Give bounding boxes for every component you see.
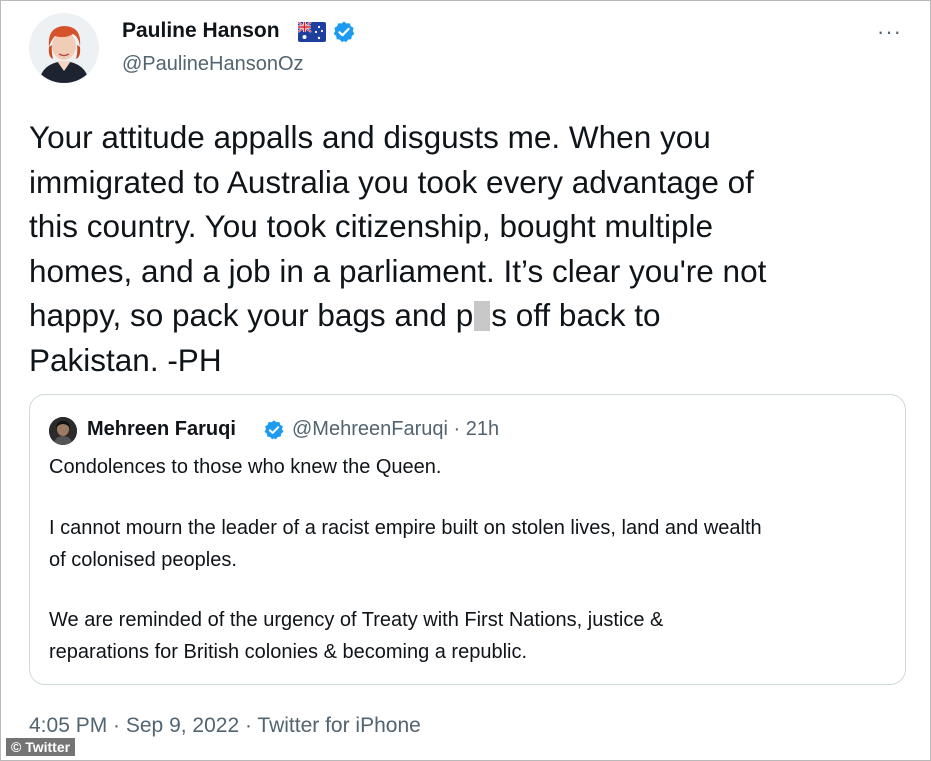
quoted-paragraph: Condolences to those who knew the Queen. xyxy=(49,452,899,484)
tweet-line: homes, and a job in a parliament. It’s c… xyxy=(29,252,767,289)
quoted-line: reparations for British colonies & becom… xyxy=(49,640,528,663)
tweet-line: immigrated to Australia you took every a… xyxy=(29,163,754,200)
quoted-line: of colonised peoples. xyxy=(49,548,237,571)
verified-badge-icon xyxy=(333,21,355,43)
tweet-line-part: s off back to xyxy=(491,297,661,334)
twitter-watermark: © Twitter xyxy=(6,738,76,756)
quoted-line: I cannot mourn the leader of a racist em… xyxy=(49,517,762,539)
tweet-line: Your attitude appalls and disgusts me. W… xyxy=(29,119,711,155)
censored-block xyxy=(474,301,491,332)
quoted-handle-time[interactable]: @MehreenFaruqi · 21h xyxy=(292,418,499,441)
tweet-line: Pakistan. -PH xyxy=(29,341,222,378)
australia-flag-icon xyxy=(298,22,326,42)
tweet-line: this country. You took citizenship, boug… xyxy=(29,208,714,245)
quoted-line: We are reminded of the urgency of Treaty… xyxy=(49,609,664,631)
quoted-paragraph: We are reminded of the urgency of Treaty… xyxy=(49,605,899,668)
quoted-avatar-image xyxy=(49,417,77,445)
tweet-text: Your attitude appalls and disgusts me. W… xyxy=(29,115,909,383)
tweet-line-part: happy, so pack your bags and p xyxy=(29,297,474,334)
tweet-line: happy, so pack your bags and p s off back… xyxy=(29,293,909,338)
quoted-line: Condolences to those who knew the Queen. xyxy=(49,456,442,478)
author-handle[interactable]: @PaulineHansonOz xyxy=(122,53,304,76)
quoted-paragraph: I cannot mourn the leader of a racist em… xyxy=(49,513,899,576)
quoted-author-name[interactable]: Mehreen Faruqi xyxy=(87,418,236,441)
more-options-button[interactable]: ··· xyxy=(877,19,902,45)
tweet-card: Pauline Hanson @PaulineHansonOz ··· Your… xyxy=(0,0,931,761)
quoted-author-avatar[interactable] xyxy=(49,417,77,445)
author-avatar[interactable] xyxy=(29,13,99,83)
tweet-timestamp[interactable]: 4:05 PM · Sep 9, 2022 · Twitter for iPho… xyxy=(29,714,421,738)
quoted-verified-badge-icon xyxy=(264,420,284,440)
quoted-tweet[interactable]: Mehreen Faruqi @MehreenFaruqi · 21h Cond… xyxy=(29,394,906,685)
avatar-image xyxy=(29,13,99,83)
author-name[interactable]: Pauline Hanson xyxy=(122,19,280,43)
